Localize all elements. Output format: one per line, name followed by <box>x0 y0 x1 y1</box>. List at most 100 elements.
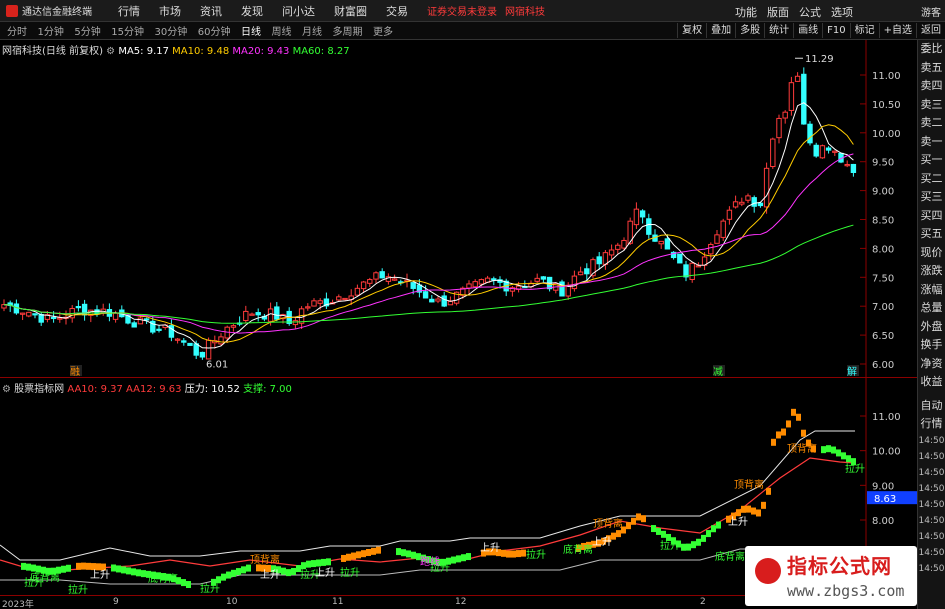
signal-block <box>36 565 41 573</box>
date-label: 10 <box>226 597 238 607</box>
side-panel-item[interactable]: 净资 <box>918 355 945 374</box>
event-marker: 融 <box>70 366 80 378</box>
time-item[interactable]: 14:50 <box>918 465 945 481</box>
candle-body <box>720 220 726 238</box>
time-item[interactable]: 14:50 <box>918 481 945 497</box>
candle-body <box>751 197 757 207</box>
candle-body <box>540 276 547 280</box>
signal-annotation: 底背离 <box>563 543 593 556</box>
ma-line <box>3 124 854 343</box>
side-panel-item[interactable]: 行情 <box>918 415 945 433</box>
signal-annotation: 上升 <box>480 542 500 554</box>
candle-body <box>187 342 193 346</box>
side-panel-item[interactable]: 涨幅 <box>918 281 945 300</box>
candle-body <box>825 147 832 151</box>
side-panel-item[interactable]: 买二 <box>918 170 945 189</box>
signal-block <box>711 525 716 533</box>
side-panel-item[interactable]: 卖四 <box>918 77 945 96</box>
signal-block <box>821 446 826 454</box>
candle-body <box>274 306 280 320</box>
time-item[interactable]: 14:50 <box>918 529 945 545</box>
event-marker: 减 <box>713 366 723 378</box>
y-tick-label: 6.50 <box>872 331 894 342</box>
side-panel-item[interactable]: 买五 <box>918 225 945 244</box>
signal-annotation: 跑线 <box>420 555 440 568</box>
signal-annotation: 底背离 <box>148 572 178 585</box>
time-item[interactable]: 14:50 <box>918 561 945 577</box>
candle-body <box>577 271 584 276</box>
candle-body <box>658 240 664 245</box>
signal-block <box>696 538 701 546</box>
candle-body <box>230 325 237 328</box>
side-panel-item[interactable]: 总量 <box>918 299 945 318</box>
signal-block <box>31 564 36 572</box>
candle-body <box>305 306 311 309</box>
signal-block <box>241 566 246 574</box>
signal-block <box>281 567 286 575</box>
candle-body <box>181 340 187 343</box>
time-item[interactable]: 14:50 <box>918 433 945 449</box>
signal-block <box>351 552 356 560</box>
candle-body <box>726 209 733 220</box>
time-item[interactable]: 14:50 <box>918 497 945 513</box>
side-panel-item[interactable]: 换手 <box>918 336 945 355</box>
side-panel-item[interactable]: 卖二 <box>918 114 945 133</box>
side-panel-item[interactable]: 外盘 <box>918 318 945 337</box>
signal-annotation: 上升 <box>728 516 748 528</box>
watermark-title: 指标公式网 <box>787 554 892 578</box>
signal-block <box>616 530 621 538</box>
y-tick-label: 7.50 <box>872 273 894 284</box>
time-item[interactable]: 14:50 <box>918 545 945 561</box>
signal-block <box>686 543 691 551</box>
side-panel-item[interactable]: 涨跌 <box>918 262 945 281</box>
candle-body <box>621 239 627 249</box>
event-marker: 解 <box>847 365 857 378</box>
back-button[interactable]: 返回 <box>916 23 945 38</box>
side-panel-item[interactable]: 自动 <box>918 397 945 415</box>
watermark-logo-icon <box>755 558 781 584</box>
signal-block <box>371 547 376 555</box>
candle-body <box>478 279 485 285</box>
signal-block <box>81 562 86 570</box>
candle-body <box>391 278 398 281</box>
side-panel-item[interactable]: 买三 <box>918 188 945 207</box>
signal-block <box>341 554 346 562</box>
time-item[interactable]: 14:50 <box>918 513 945 529</box>
candle-body <box>435 298 441 302</box>
signal-block <box>291 567 296 575</box>
side-panel-item[interactable]: 委比 <box>918 40 945 59</box>
side-panel-item[interactable]: 卖五 <box>918 59 945 78</box>
y-tick-label: 9.00 <box>872 481 894 492</box>
signal-block <box>356 551 361 559</box>
y-tick-label: 9.50 <box>872 158 894 169</box>
candle-body <box>441 295 447 307</box>
side-panel-item[interactable]: 现价 <box>918 244 945 263</box>
signal-block <box>346 553 351 561</box>
candle-body <box>292 320 299 326</box>
side-panel-item[interactable]: 买一 <box>918 151 945 170</box>
side-panel-item[interactable]: 买四 <box>918 207 945 226</box>
candle-body <box>615 244 621 250</box>
chart-area[interactable]: 11.00 10.50 10.00 9.50 9.00 8.50 8.00 7.50 7.00 6… <box>0 0 917 595</box>
candle-body <box>776 117 782 139</box>
candle-body <box>770 138 776 168</box>
date-label: 2 <box>700 597 706 607</box>
signal-annotation: 顶背离 <box>734 478 764 491</box>
candle-body <box>360 281 367 290</box>
signal-annotation: 拉升 <box>660 539 680 552</box>
signal-block <box>141 570 146 578</box>
signal-block <box>231 569 236 577</box>
guest-user[interactable]: 游客 <box>921 4 941 19</box>
candle-body <box>472 281 478 288</box>
signal-annotation: 拉升 <box>526 548 546 561</box>
time-item[interactable]: 14:50 <box>918 449 945 465</box>
side-panel-item[interactable]: 卖三 <box>918 96 945 115</box>
signal-annotation: 拉升 <box>845 462 865 475</box>
signal-block <box>326 558 331 566</box>
signal-block <box>776 431 781 439</box>
candle-body <box>354 287 361 296</box>
side-panel-item[interactable]: 收益 <box>918 373 945 392</box>
candle-body <box>422 291 429 299</box>
side-panel-item[interactable]: 卖一 <box>918 133 945 152</box>
signal-block <box>716 521 721 529</box>
